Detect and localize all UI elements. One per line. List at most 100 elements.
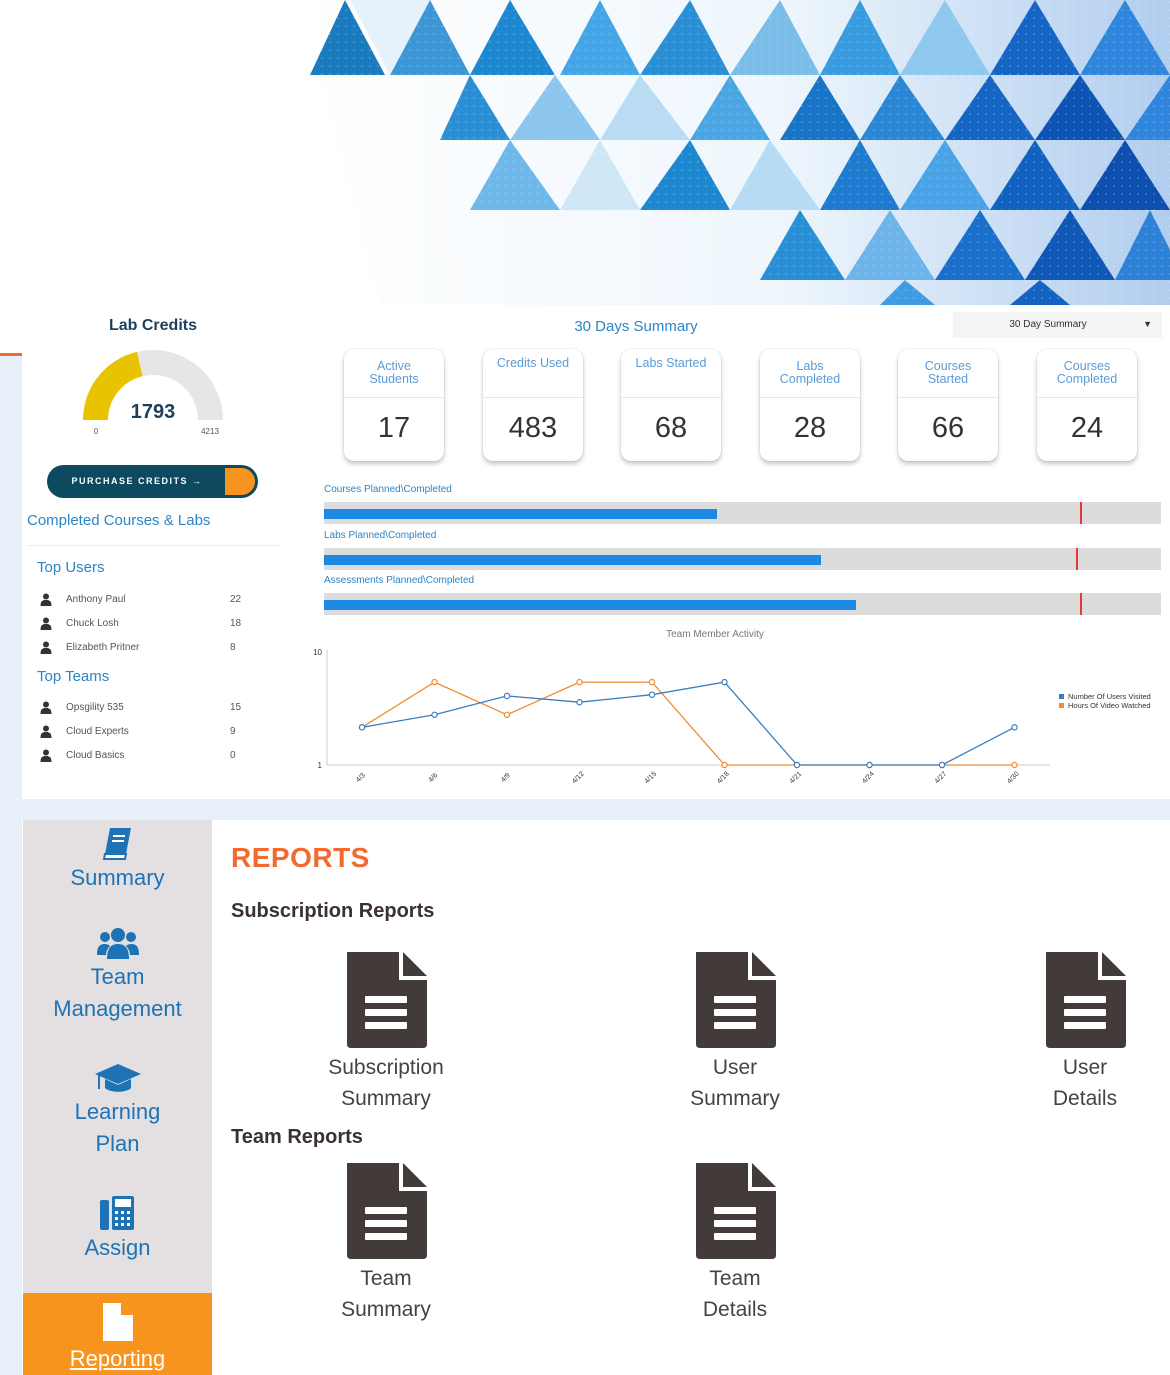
completed-courses-title: Completed Courses & Labs (27, 512, 211, 529)
gauge-max: 4213 (201, 427, 219, 436)
top-user-count: 18 (230, 618, 242, 629)
sidebar-item-assign[interactable]: Assign (23, 1194, 212, 1284)
user-icon (40, 701, 52, 714)
data-point (721, 678, 728, 686)
team-activity-chart: Team Member Activity 10 1 4/3 4/6 4/9 4/12 4/15… (313, 629, 1151, 786)
data-point (648, 691, 656, 698)
top-user-name: Chuck Losh (66, 618, 119, 629)
report-team-summary[interactable]: Team Summary (286, 1161, 486, 1325)
top-team-count: 15 (230, 702, 242, 713)
data-point (721, 761, 728, 769)
chart-title: Team Member Activity (666, 629, 764, 640)
progress-track-assessments (324, 593, 1161, 615)
graduation-cap-icon (94, 1064, 141, 1092)
report-subscription-summary[interactable]: Subscription Summary (286, 950, 486, 1114)
book-icon (102, 828, 131, 860)
x-tick-label: 4/6 (428, 772, 440, 784)
data-point (431, 678, 438, 686)
report-label: User (1062, 1056, 1108, 1079)
top-user-name: Anthony Paul (66, 594, 126, 605)
user-icon (40, 641, 52, 654)
report-label: Summary (341, 1298, 431, 1321)
data-point (1011, 724, 1018, 731)
subscription-reports-title: Subscription Reports (231, 900, 435, 922)
legend-label: Number Of Users Visited (1068, 692, 1151, 701)
lab-credits-title: Lab Credits (108, 317, 197, 334)
gauge-value: 1793 (131, 401, 176, 423)
top-team-name: Opsgility 535 (66, 702, 124, 713)
top-user-row: Elizabeth Pritner 8 (40, 641, 250, 655)
divider (27, 545, 280, 546)
document-icon (1046, 952, 1126, 1048)
gauge-min: 0 (94, 427, 99, 436)
x-tick-label: 4/27 (934, 771, 949, 786)
report-label: Subscription (328, 1056, 444, 1079)
stat-value: 28 (793, 412, 827, 444)
top-user-row: Chuck Losh 18 (40, 617, 250, 631)
report-label: Summary (690, 1087, 780, 1110)
sidebar: Summary Team Management Learning Plan As… (23, 820, 212, 1375)
report-label: Team (709, 1267, 761, 1290)
section-separator (22, 799, 1170, 820)
sidebar-label: Plan (95, 1131, 140, 1156)
report-team-details[interactable]: Team Details (635, 1161, 835, 1325)
top-team-row: Opsgility 535 15 (40, 701, 250, 715)
stat-value: 68 (654, 412, 688, 444)
sidebar-item-team-management[interactable]: Team Management (23, 925, 212, 1043)
data-point (648, 678, 656, 686)
sidebar-item-summary[interactable]: Summary (23, 826, 212, 922)
progress-fill (324, 600, 857, 610)
top-team-name: Cloud Basics (66, 750, 125, 761)
hero-banner (0, 0, 1170, 305)
progress-fill (324, 509, 718, 519)
report-label: User (712, 1056, 758, 1079)
document-icon (696, 1163, 776, 1259)
reports-title: REPORTS (231, 842, 370, 873)
top-teams-title: Top Teams (37, 668, 110, 685)
top-user-row: Anthony Paul 22 (40, 593, 250, 607)
data-point (793, 761, 801, 769)
data-point (358, 724, 366, 731)
stat-card-active-students: Active Students 17 (344, 349, 444, 461)
data-point (431, 711, 438, 718)
data-point (576, 699, 583, 706)
x-tick-label: 4/18 (716, 771, 731, 786)
x-tick-label: 4/30 (1006, 771, 1021, 786)
sidebar-label: Team (90, 964, 145, 989)
progress-fill (324, 555, 822, 565)
document-icon (347, 1163, 427, 1259)
purchase-credits-label: PURCHASE CREDITS → (71, 476, 203, 486)
progress-label-assessments: Assessments Planned\Completed (324, 575, 475, 586)
stat-label: Students (369, 372, 419, 386)
progress-track-labs (324, 548, 1161, 570)
summary-period-select[interactable]: 30 Day Summary ▼ (953, 312, 1162, 338)
progress-track-courses (324, 502, 1161, 524)
stat-label: Completed (1056, 372, 1118, 386)
y-tick-label: 10 (313, 648, 322, 657)
stat-label: Started (927, 372, 969, 386)
sidebar-label: Learning (74, 1099, 161, 1124)
sidebar-label: Management (53, 996, 182, 1021)
progress-label-labs: Labs Planned\Completed (324, 530, 437, 541)
stat-value: 24 (1070, 412, 1104, 444)
stat-card-labs-completed: Labs Completed 28 (760, 349, 860, 461)
purchase-credits-button[interactable]: PURCHASE CREDITS → (47, 465, 258, 498)
file-icon (102, 1303, 133, 1341)
sidebar-item-reporting[interactable]: Reporting (23, 1293, 212, 1375)
data-point (503, 711, 511, 718)
team-reports-title: Team Reports (231, 1126, 363, 1148)
user-icon (40, 725, 52, 738)
x-tick-label: 4/3 (355, 772, 367, 784)
report-user-summary[interactable]: User Summary (635, 950, 835, 1114)
report-label: Summary (341, 1087, 431, 1110)
x-tick-label: 4/12 (571, 771, 586, 786)
user-icon (40, 749, 52, 762)
y-tick-label: 1 (318, 761, 323, 770)
report-user-details[interactable]: User Details (985, 950, 1170, 1114)
stat-value: 66 (931, 412, 965, 444)
sidebar-item-learning-plan[interactable]: Learning Plan (23, 1062, 212, 1172)
data-point (503, 692, 511, 700)
sidebar-label: Summary (70, 865, 165, 890)
sidebar-label: Reporting (69, 1346, 166, 1371)
top-team-count: 9 (230, 726, 236, 737)
